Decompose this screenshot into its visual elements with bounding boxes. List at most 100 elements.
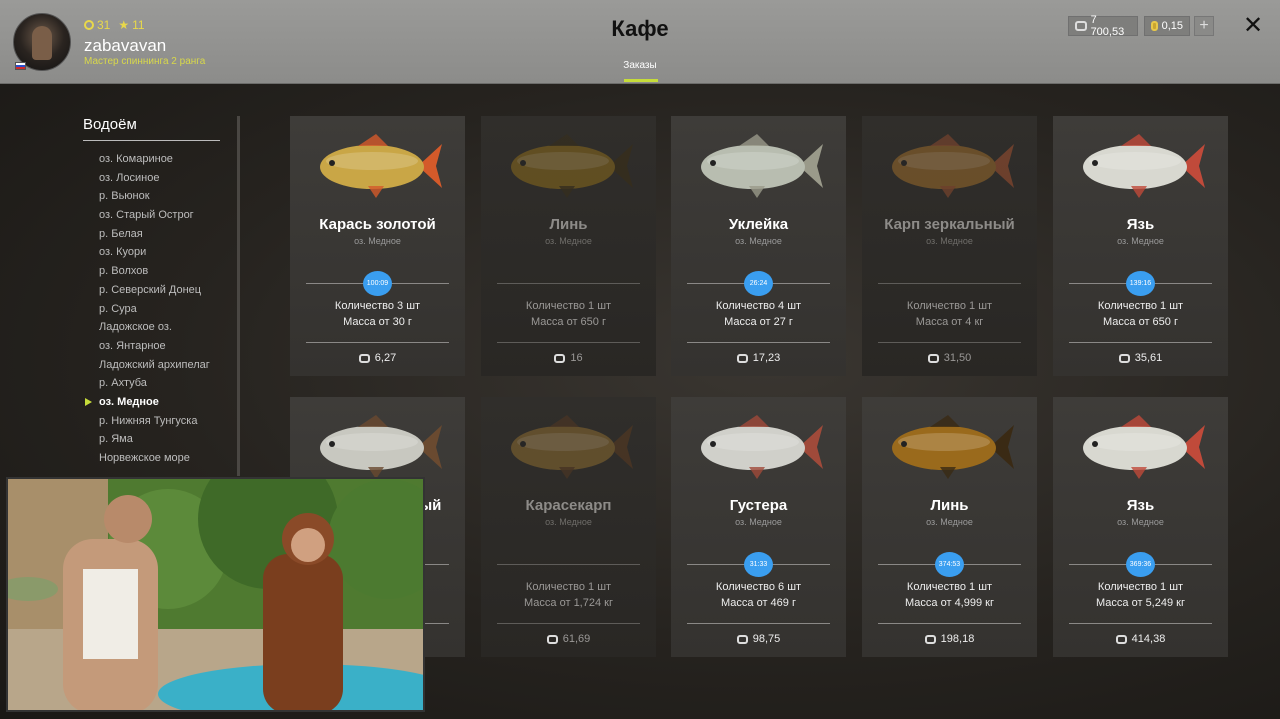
silver-amount: 7 700,53 <box>1090 14 1125 38</box>
sidebar-item[interactable]: р. Сура <box>99 300 210 319</box>
sidebar-item[interactable]: р. Нижняя Тунгуска <box>99 412 210 431</box>
fish-location: оз. Медное <box>545 517 592 527</box>
order-mass: Масса от 5,249 кг <box>1096 597 1185 609</box>
top-bar: 31 ★ 11 zabavavan Мастер спиннинга 2 ранг… <box>0 0 1280 84</box>
order-quantity: Количество 1 шт <box>525 300 612 312</box>
order-quantity: Количество 1 шт <box>906 300 993 312</box>
fish-location: оз. Медное <box>354 236 401 246</box>
price-value: 61,69 <box>562 633 591 645</box>
order-card[interactable]: Язь оз. Медное 369:36 Количество 1 шт Масса … <box>1053 397 1228 657</box>
webcam-image <box>8 479 423 710</box>
card-divider <box>1069 342 1212 343</box>
sidebar-item[interactable]: р. Ахтуба <box>99 374 210 393</box>
sidebar-scrollbar[interactable] <box>237 116 240 476</box>
order-timer-badge: 139:16 <box>1126 271 1155 296</box>
order-quantity: Количество 6 шт <box>715 581 802 593</box>
order-quantity: Количество 3 шт <box>334 300 421 312</box>
order-card[interactable]: Уклейка оз. Медное 26:24 Количество 4 шт Мас… <box>671 116 846 376</box>
fish-name: Карасекарп <box>525 497 612 514</box>
order-timer-badge: 374:53 <box>935 552 964 577</box>
fish-name: Уклейка <box>728 216 789 233</box>
sidebar-item[interactable]: Ладожский архипелаг <box>99 356 210 375</box>
fish-name: Карп зеркальный <box>884 216 1015 233</box>
fish-name: Карась золотой <box>319 216 436 233</box>
sidebar-item[interactable]: оз. Комариное <box>99 150 210 169</box>
order-quantity: Количество 4 шт <box>715 300 802 312</box>
card-divider <box>306 342 449 343</box>
order-card[interactable]: Карасекарп оз. Медное Количество 1 шт Масса… <box>481 397 656 657</box>
fish-name: Линь <box>930 497 969 514</box>
card-divider <box>687 623 830 624</box>
player-rank: Мастер спиннинга 2 ранга <box>84 56 206 67</box>
silver-coin-icon <box>1118 353 1130 363</box>
order-price: 31,50 <box>862 352 1037 364</box>
order-price: 61,69 <box>481 633 656 645</box>
order-card[interactable]: Густера оз. Медное 31:33 Количество 6 шт Мас… <box>671 397 846 657</box>
fish-location: оз. Медное <box>926 517 973 527</box>
price-value: 17,23 <box>752 352 781 364</box>
order-price: 17,23 <box>671 352 846 364</box>
order-card[interactable]: Карась золотой оз. Медное 100:09 Количество… <box>290 116 465 376</box>
order-quantity: Количество 1 шт <box>1097 300 1184 312</box>
silver-balance: 7 700,53 <box>1068 14 1138 38</box>
price-value: 31,50 <box>943 352 972 364</box>
price-value: 6,27 <box>374 352 397 364</box>
price-value: 98,75 <box>752 633 781 645</box>
order-mass: Масса от 650 г <box>1103 316 1178 328</box>
card-divider <box>878 623 1021 624</box>
active-tab-indicator <box>624 79 658 82</box>
sidebar-item[interactable]: оз. Лосиное <box>99 169 210 188</box>
sidebar-item[interactable]: р. Волхов <box>99 262 210 281</box>
order-mass: Масса от 27 г <box>724 316 793 328</box>
sidebar-title-divider <box>83 140 220 141</box>
russia-flag-icon <box>15 62 26 70</box>
sidebar-item[interactable]: Ладожское оз. <box>99 318 210 337</box>
fish-icon <box>892 415 1014 479</box>
sidebar-item[interactable]: р. Северский Донец <box>99 281 210 300</box>
gold-coin-icon <box>1151 21 1158 31</box>
order-quantity: Количество 1 шт <box>525 581 612 593</box>
order-mass: Масса от 469 г <box>721 597 796 609</box>
fish-icon <box>320 134 442 198</box>
fish-location: оз. Медное <box>1117 236 1164 246</box>
sidebar-item[interactable]: оз. Старый Острог <box>99 206 210 225</box>
order-card[interactable]: Язь оз. Медное 139:16 Количество 1 шт Масса … <box>1053 116 1228 376</box>
sidebar-item[interactable]: оз. Медное <box>85 393 210 412</box>
fish-location: оз. Медное <box>1117 517 1164 527</box>
silver-coin-icon <box>546 634 558 644</box>
order-price: 6,27 <box>290 352 465 364</box>
fish-name: Линь <box>549 216 588 233</box>
fish-icon <box>892 134 1014 198</box>
card-divider <box>497 623 640 624</box>
order-card[interactable]: Линь оз. Медное 374:53 Количество 1 шт Масса… <box>862 397 1037 657</box>
sidebar-item[interactable]: р. Белая <box>99 225 210 244</box>
silver-coin-icon <box>927 353 939 363</box>
fish-location: оз. Медное <box>735 517 782 527</box>
close-button[interactable]: ✕ <box>1240 13 1266 39</box>
fish-icon <box>701 134 823 198</box>
tab-orders[interactable]: Заказы <box>616 60 664 71</box>
order-card[interactable]: Линь оз. Медное Количество 1 шт Масса от 65… <box>481 116 656 376</box>
silver-coin-icon <box>1075 21 1087 31</box>
order-price: 35,61 <box>1053 352 1228 364</box>
order-mass: Масса от 4 кг <box>915 316 984 328</box>
sidebar-item[interactable]: р. Яма <box>99 430 210 449</box>
fish-name: Густера <box>729 497 788 514</box>
card-divider <box>687 342 830 343</box>
fish-icon <box>1083 134 1205 198</box>
order-card[interactable]: Карп зеркальный оз. Медное Количество 1 шт… <box>862 116 1037 376</box>
order-quantity: Количество 1 шт <box>906 581 993 593</box>
silver-coin-icon <box>554 353 566 363</box>
gold-amount: 0,15 <box>1161 20 1183 32</box>
order-timer-badge: 369:36 <box>1126 552 1155 577</box>
silver-coin-icon <box>736 634 748 644</box>
sidebar-item[interactable]: р. Вьюнок <box>99 187 210 206</box>
sidebar-item[interactable]: оз. Янтарное <box>99 337 210 356</box>
fish-location: оз. Медное <box>926 236 973 246</box>
sidebar-item[interactable]: оз. Куори <box>99 243 210 262</box>
sidebar-item[interactable]: Норвежское море <box>99 449 210 468</box>
add-gold-button[interactable]: + <box>1194 16 1214 36</box>
price-value: 35,61 <box>1134 352 1163 364</box>
fish-name: Язь <box>1126 216 1155 233</box>
fish-location: оз. Медное <box>735 236 782 246</box>
